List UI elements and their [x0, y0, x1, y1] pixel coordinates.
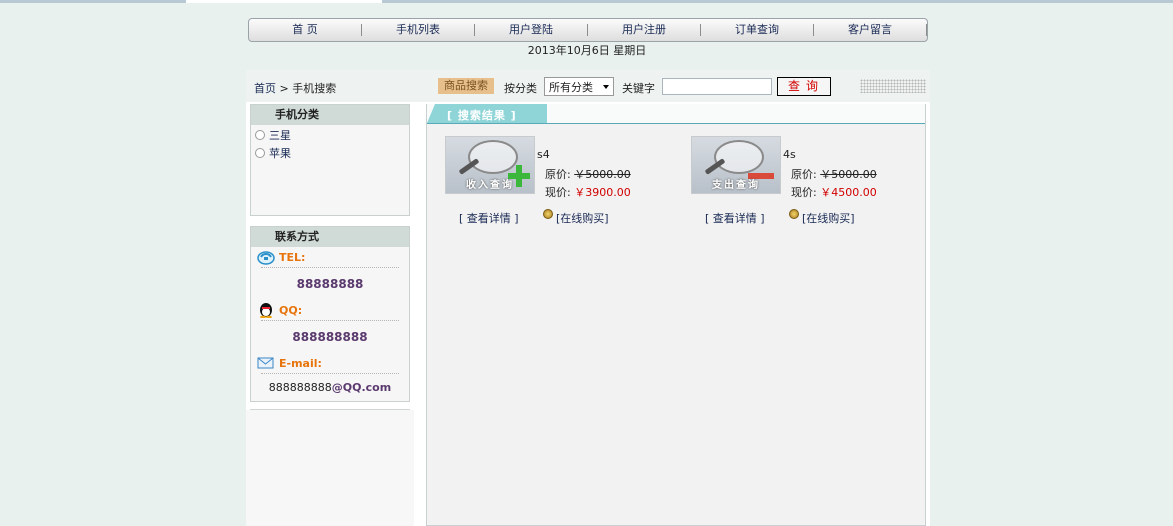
product-card: 收入查询 s4 原价: ￥5000.00 现价: ￥3900.00 [ 查看详情…	[445, 134, 685, 234]
results-tab: [ 搜索结果 ]	[427, 104, 547, 123]
email-row: E-mail:	[251, 353, 409, 373]
original-price-label: 原价:	[791, 168, 817, 181]
buy-online-link[interactable]: [在线购买]	[556, 210, 609, 226]
tel-value: 88888888	[296, 277, 364, 291]
category-item-label[interactable]: 三星	[269, 127, 291, 143]
keyword-input[interactable]	[662, 78, 772, 95]
breadcrumb-current: 手机搜索	[292, 82, 337, 95]
category-select[interactable]: 所有分类	[544, 77, 614, 96]
category-box: 手机分类 三星 苹果	[250, 104, 410, 216]
coin-icon	[543, 209, 553, 219]
page-body: 首页 > 手机搜索 商品搜索 按分类 所有分类 关键字 查询 手机分类 三星 苹…	[246, 70, 930, 526]
original-price: 原价: ￥5000.00	[545, 166, 631, 182]
results-title: [ 搜索结果 ]	[447, 109, 517, 122]
product-image[interactable]: 收入查询	[445, 136, 535, 194]
category-item-label[interactable]: 苹果	[269, 145, 291, 161]
current-price-value: ￥4500.00	[820, 186, 877, 199]
tel-label: TEL:	[279, 250, 306, 264]
original-price-label: 原价:	[545, 168, 571, 181]
nav-order-query[interactable]: 订单查询	[701, 24, 814, 36]
category-label: 按分类	[504, 82, 537, 95]
email-icon	[257, 357, 274, 369]
email-label: E-mail:	[279, 356, 322, 370]
original-price-value: ￥5000.00	[820, 168, 877, 181]
left-column-filler	[246, 410, 414, 526]
search-button[interactable]: 查询	[777, 77, 831, 96]
category-select-value: 所有分类	[549, 81, 593, 94]
left-bottom-line	[250, 409, 410, 410]
nav-home[interactable]: 首 页	[249, 24, 362, 36]
chevron-down-icon	[603, 85, 609, 89]
product-card: 支出查询 4s 原价: ￥5000.00 现价: ￥4500.00 [ 查看详情…	[691, 134, 931, 234]
email-domain: @QQ.com	[331, 381, 392, 394]
original-price-value: ￥5000.00	[574, 168, 631, 181]
buy-online-link[interactable]: [在线购买]	[802, 210, 855, 226]
breadcrumb: 首页 > 手机搜索	[254, 80, 336, 96]
view-details-link[interactable]: [ 查看详情 ]	[705, 210, 765, 226]
original-price: 原价: ￥5000.00	[791, 166, 877, 182]
category-item[interactable]: 三星	[251, 126, 409, 144]
product-name: s4	[537, 148, 550, 161]
search-tag: 商品搜索	[438, 78, 494, 94]
top-line-segment	[186, 0, 382, 3]
contact-box: 联系方式 TEL: 88888888 QQ: 888888888 E-mail:…	[250, 226, 410, 402]
category-title: 手机分类	[251, 105, 409, 125]
qq-value: 888888888	[292, 330, 368, 344]
current-price-value: ￥3900.00	[574, 186, 631, 199]
coin-icon	[789, 209, 799, 219]
current-date: 2013年10月6日 星期日	[527, 44, 647, 57]
category-item[interactable]: 苹果	[251, 144, 409, 162]
product-image-caption: 支出查询	[712, 180, 760, 191]
product-image[interactable]: 支出查询	[691, 136, 781, 194]
results-header: [ 搜索结果 ]	[427, 104, 925, 124]
tel-row: TEL:	[251, 247, 409, 267]
current-price-label: 现价:	[545, 186, 571, 199]
current-price: 现价: ￥3900.00	[545, 184, 631, 200]
main-nav: 首 页 手机列表 用户登陆 用户注册 订单查询 客户留言	[248, 18, 928, 42]
product-image-caption: 收入查询	[466, 180, 514, 191]
email-value: 888888888@QQ.com	[251, 374, 409, 402]
phone-icon	[257, 251, 275, 265]
radio-icon[interactable]	[255, 130, 265, 140]
qq-row: QQ:	[251, 300, 409, 320]
search-results-panel: [ 搜索结果 ] 收入查询 s4 原价: ￥5000.00 现价: ￥3900.…	[426, 104, 926, 526]
keyword-label: 关键字	[622, 82, 655, 95]
magnifier-icon	[714, 140, 764, 174]
current-price: 现价: ￥4500.00	[791, 184, 877, 200]
top-line	[0, 0, 1173, 3]
nav-login[interactable]: 用户登陆	[475, 24, 588, 36]
nav-register[interactable]: 用户注册	[588, 24, 701, 36]
search-bar: 首页 > 手机搜索 商品搜索 按分类 所有分类 关键字 查询	[246, 70, 930, 102]
breadcrumb-sep: >	[276, 82, 293, 95]
qq-penguin-icon	[260, 303, 272, 318]
nav-phone-list[interactable]: 手机列表	[362, 24, 475, 36]
view-details-link[interactable]: [ 查看详情 ]	[459, 210, 519, 226]
breadcrumb-home[interactable]: 首页	[254, 82, 276, 95]
radio-icon[interactable]	[255, 148, 265, 158]
product-name: 4s	[783, 148, 796, 161]
qq-label: QQ:	[279, 303, 303, 317]
nav-message[interactable]: 客户留言	[814, 24, 927, 36]
email-user: 888888888	[268, 381, 332, 394]
current-price-label: 现价:	[791, 186, 817, 199]
magnifier-icon	[468, 140, 518, 174]
decorative-dots	[860, 79, 926, 93]
contact-title: 联系方式	[251, 227, 409, 247]
